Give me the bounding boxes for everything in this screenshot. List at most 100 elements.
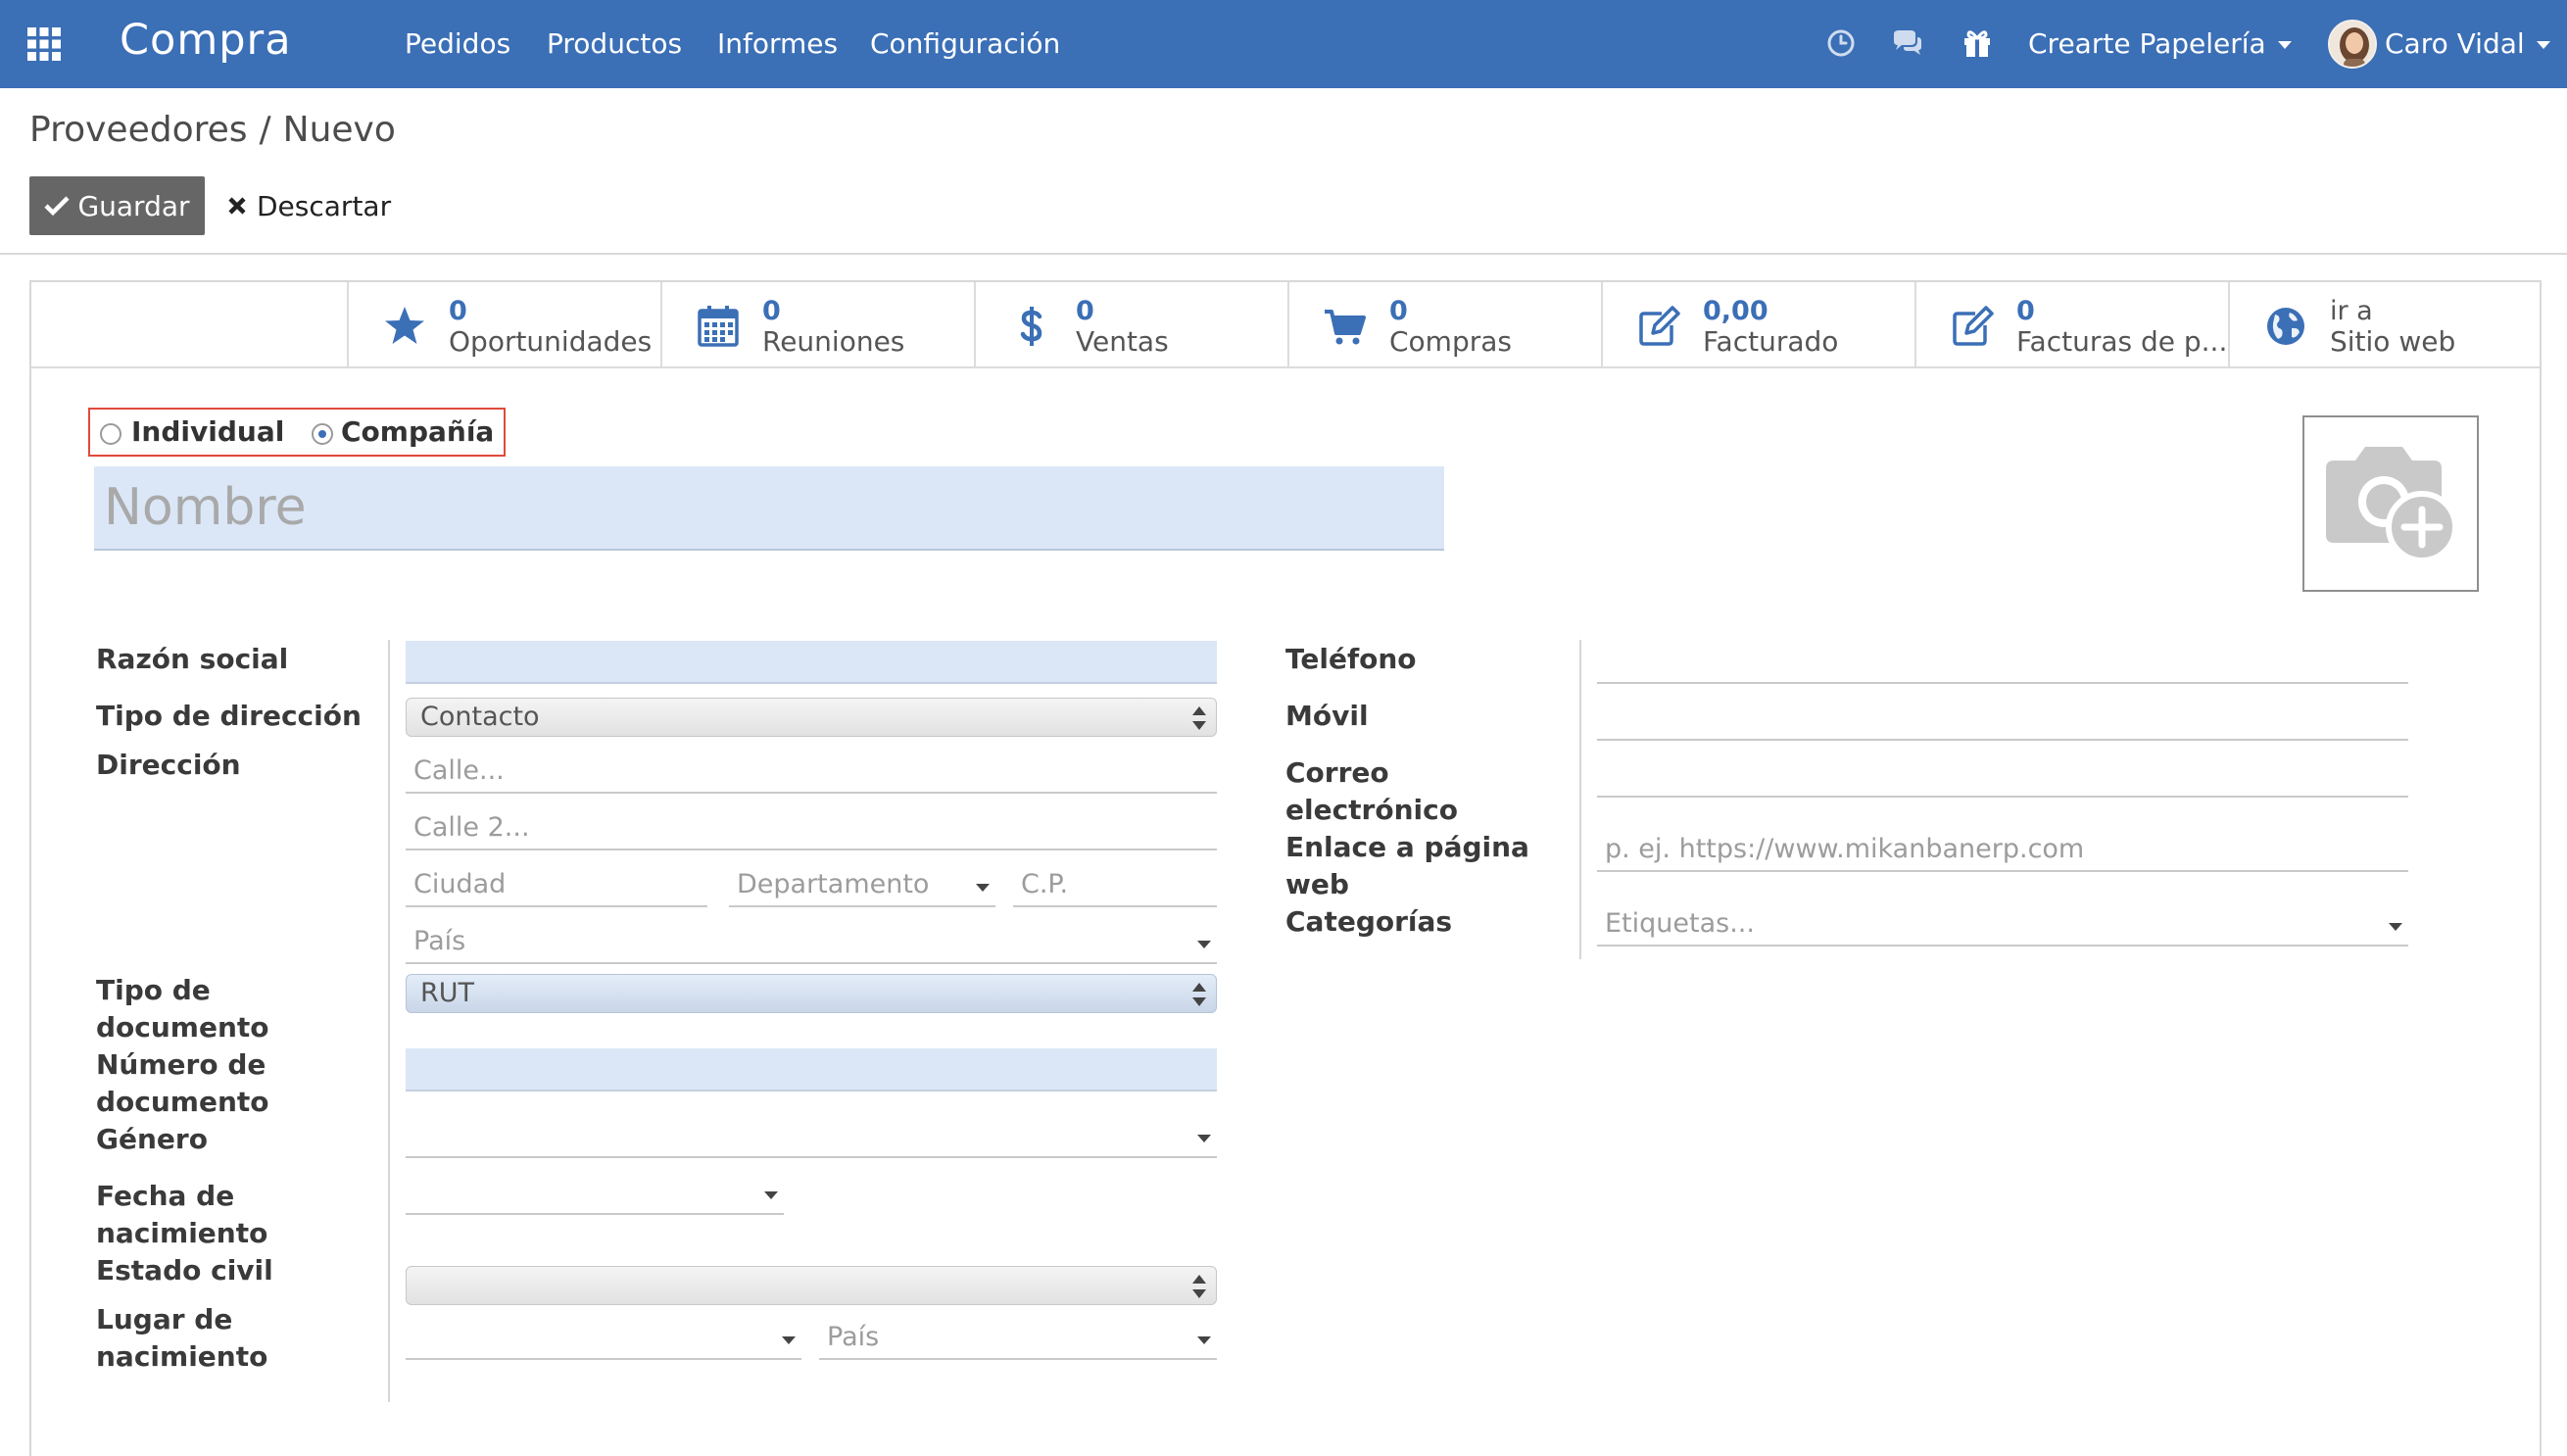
chevron-down-icon — [2389, 923, 2402, 931]
website-goto-label: ir a — [2330, 296, 2373, 326]
invoiced-button[interactable]: 0,00 Facturado — [1601, 282, 1914, 368]
sitio-web-label: Enlace a página web — [1285, 829, 1529, 903]
user-avatar-icon — [2330, 22, 2375, 67]
street-input[interactable]: Calle... — [406, 751, 1217, 794]
correo-label-line2: electrónico — [1285, 794, 1458, 826]
cart-icon — [1325, 310, 1366, 345]
menu-configuracion[interactable]: Configuración — [870, 27, 1060, 60]
invoiced-amount: 0,00 — [1703, 296, 1768, 326]
vendor-bills-label: Facturas de p... — [2016, 325, 2228, 358]
company-switcher[interactable]: Crearte Papelería — [2028, 27, 2292, 60]
save-button[interactable]: Guardar — [29, 176, 205, 235]
chevron-down-icon — [2536, 41, 2550, 49]
select-updown-icon — [1192, 1273, 1206, 1300]
lugar-nacimiento-label-line2: nacimiento — [96, 1340, 268, 1373]
city-input[interactable]: Ciudad — [406, 864, 707, 907]
close-icon — [228, 197, 246, 215]
tipo-direccion-label: Tipo de dirección — [96, 700, 362, 732]
top-navbar: Compra Pedidos Productos Informes Config… — [0, 0, 2567, 88]
tipo-documento-label: Tipo de documento — [96, 972, 269, 1046]
numero-documento-input[interactable] — [406, 1048, 1217, 1092]
razon-social-input[interactable] — [406, 641, 1217, 684]
sitio-web-label-line2: web — [1285, 868, 1349, 900]
menu-pedidos[interactable]: Pedidos — [405, 27, 510, 60]
genero-label: Género — [96, 1123, 208, 1155]
direccion-label: Dirección — [96, 749, 241, 781]
sitio-web-label-line1: Enlace a página — [1285, 831, 1529, 863]
estado-civil-select[interactable] — [406, 1266, 1217, 1305]
movil-input[interactable] — [1597, 698, 2408, 741]
tipo-documento-value: RUT — [420, 978, 475, 1008]
chevron-down-icon — [782, 1336, 796, 1344]
chevron-down-icon — [976, 884, 990, 892]
razon-social-label: Razón social — [96, 643, 289, 675]
street2-input[interactable]: Calle 2... — [406, 807, 1217, 850]
movil-label: Móvil — [1285, 700, 1369, 732]
opportunities-button[interactable]: 0 Oportunidades — [347, 282, 660, 368]
lugar-nacimiento-label-line1: Lugar de — [96, 1303, 233, 1335]
categorias-select[interactable]: Etiquetas... — [1597, 903, 2408, 946]
edit-icon — [1953, 306, 1994, 346]
vendor-bills-button[interactable]: 0 Facturas de p... — [1914, 282, 2228, 368]
numero-documento-label: Número de documento — [96, 1046, 269, 1121]
state-select[interactable]: Departamento — [729, 864, 995, 907]
lugar-nacimiento-pais-select[interactable]: País — [819, 1317, 1217, 1360]
chevron-down-icon — [2277, 41, 2292, 49]
lugar-nacimiento-label: Lugar de nacimiento — [96, 1301, 267, 1376]
meetings-button[interactable]: 0 Reuniones — [660, 282, 974, 368]
discard-button-label: Descartar — [257, 189, 392, 222]
correo-label-line1: Correo — [1285, 756, 1389, 789]
fecha-nacimiento-label: Fecha de nacimiento — [96, 1178, 267, 1252]
individual-radio-label[interactable]: Individual — [131, 415, 284, 448]
tipo-documento-label-line2: documento — [96, 1011, 269, 1043]
telefono-input[interactable] — [1597, 641, 2408, 684]
correo-input[interactable] — [1597, 754, 2408, 798]
company-type-radio-group: Individual Compañía — [88, 408, 506, 457]
control-panel-divider — [0, 253, 2567, 255]
menu-informes[interactable]: Informes — [717, 27, 838, 60]
select-updown-icon — [1192, 981, 1206, 1008]
breadcrumb-separator: / — [259, 110, 271, 150]
app-name[interactable]: Compra — [120, 16, 292, 65]
gift-icon[interactable] — [1961, 26, 1994, 60]
breadcrumb-current: Nuevo — [282, 110, 396, 150]
fecha-nacimiento-label-line2: nacimiento — [96, 1217, 268, 1249]
calendar-icon — [698, 306, 739, 347]
menu-productos[interactable]: Productos — [547, 27, 682, 60]
sales-button[interactable]: 0 Ventas — [974, 282, 1287, 368]
chat-icon[interactable] — [1891, 26, 1924, 60]
user-menu[interactable]: Caro Vidal — [2385, 27, 2550, 60]
sitio-web-input[interactable]: p. ej. https://www.mikanbanerp.com — [1597, 829, 2408, 872]
website-button[interactable]: ir a Sitio web — [2228, 282, 2540, 368]
breadcrumb-parent[interactable]: Proveedores — [29, 110, 248, 150]
country-placeholder: País — [413, 926, 466, 956]
numero-documento-label-line1: Número de — [96, 1048, 266, 1081]
individual-radio[interactable] — [100, 423, 121, 445]
company-radio[interactable] — [312, 423, 333, 445]
genero-select[interactable] — [406, 1115, 1217, 1158]
smart-button-box: 0 Oportunidades 0 Reuniones 0 Ventas 0 C… — [31, 282, 2540, 368]
clock-icon[interactable] — [1824, 26, 1858, 60]
country-select[interactable]: País — [406, 921, 1217, 964]
fecha-nacimiento-input[interactable] — [406, 1172, 784, 1215]
name-input[interactable]: Nombre — [94, 466, 1444, 551]
apps-grid-icon[interactable] — [25, 25, 63, 63]
tipo-direccion-select[interactable]: Contacto — [406, 698, 1217, 737]
company-radio-label[interactable]: Compañía — [341, 415, 494, 448]
company-name: Crearte Papelería — [2028, 27, 2266, 60]
chevron-down-icon — [764, 1191, 778, 1199]
left-group-divider — [388, 640, 390, 1402]
chevron-down-icon — [1197, 1135, 1211, 1142]
zip-input[interactable]: C.P. — [1013, 864, 1217, 907]
chevron-down-icon — [1197, 1336, 1211, 1344]
avatar[interactable] — [2328, 20, 2377, 69]
tipo-documento-select[interactable]: RUT — [406, 974, 1217, 1013]
image-upload[interactable] — [2302, 415, 2479, 592]
discard-button[interactable]: Descartar — [227, 176, 391, 235]
numero-documento-label-line2: documento — [96, 1086, 269, 1118]
form-sheet: 0 Oportunidades 0 Reuniones 0 Ventas 0 C… — [29, 280, 2542, 1456]
estado-civil-label: Estado civil — [96, 1254, 273, 1286]
dollar-icon — [1020, 307, 1042, 346]
lugar-nacimiento-ciudad-select[interactable] — [406, 1317, 801, 1360]
purchases-button[interactable]: 0 Compras — [1287, 282, 1601, 368]
